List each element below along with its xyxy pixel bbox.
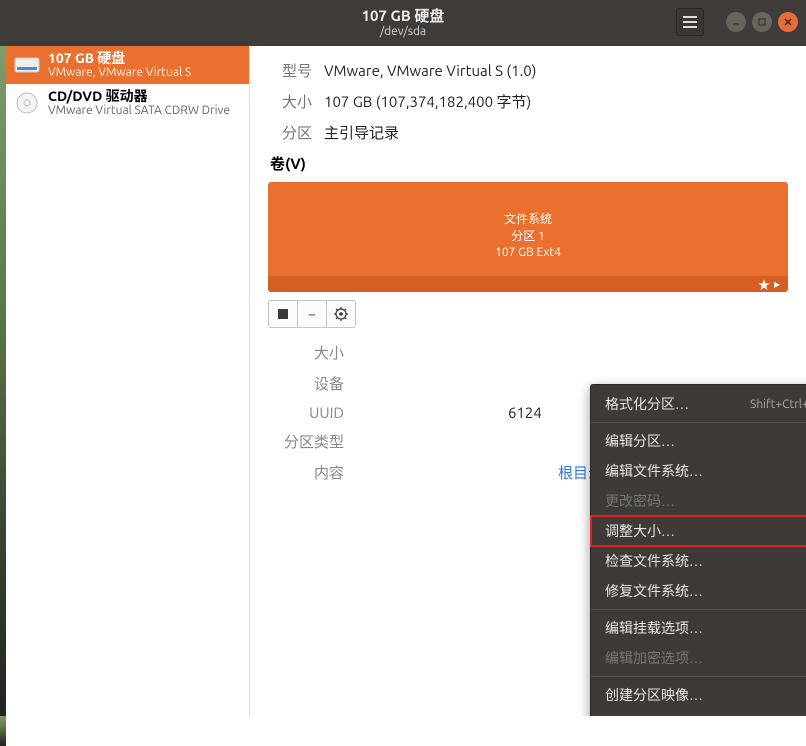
menu-format-partition[interactable]: 格式化分区… Shift+Ctrl+F	[591, 389, 806, 419]
device-title: 107 GB 硬盘	[48, 50, 191, 66]
menu-separator	[591, 609, 806, 610]
window-subtitle: /dev/sda	[362, 25, 445, 39]
menu-resize[interactable]: 调整大小…	[591, 516, 806, 546]
volumes-heading: 卷(V)	[270, 153, 788, 174]
menu-separator	[591, 422, 806, 423]
menu-separator	[591, 676, 806, 677]
menu-edit-mount-options[interactable]: 编辑挂载选项…	[591, 613, 806, 643]
detail-size-label: 大小	[268, 342, 344, 363]
model-value: VMware, VMware Virtual S (1.0)	[324, 62, 536, 79]
detail-device-label: 设备	[268, 373, 344, 394]
minimize-button[interactable]	[726, 12, 746, 32]
sidebar-item-hdd[interactable]: 107 GB 硬盘 VMware, VMware Virtual S	[6, 46, 249, 84]
menu-repair-filesystem[interactable]: 修复文件系统…	[591, 576, 806, 606]
menu-edit-filesystem[interactable]: 编辑文件系统…	[591, 456, 806, 486]
menu-restore-image[interactable]: 从分区映像恢复…	[591, 710, 806, 716]
menu-create-image[interactable]: 创建分区映像…	[591, 680, 806, 710]
main-panel: 型号 VMware, VMware Virtual S (1.0) 大小 107…	[250, 46, 806, 716]
partitioning-value: 主引导记录	[324, 122, 399, 143]
window-title: 107 GB 硬盘	[362, 7, 445, 25]
device-title: CD/DVD 驱动器	[48, 88, 230, 104]
device-sub: VMware, VMware Virtual S	[48, 66, 191, 80]
partitioning-label: 分区	[268, 122, 312, 143]
partition-menu: 格式化分区… Shift+Ctrl+F 编辑分区… 编辑文件系统… 更改密码… …	[590, 384, 806, 716]
maximize-button[interactable]	[752, 12, 772, 32]
size-value: 107 GB (107,374,182,400 字节)	[324, 91, 531, 112]
volume-fs-label: 文件系统	[495, 212, 561, 229]
model-label: 型号	[268, 60, 312, 81]
volume-part-label: 分区 1	[495, 229, 561, 246]
device-sub: VMware Virtual SATA CDRW Drive	[48, 104, 230, 118]
device-sidebar: 107 GB 硬盘 VMware, VMware Virtual S CD/DV…	[6, 46, 250, 716]
disc-icon	[14, 90, 40, 116]
menu-change-password: 更改密码…	[591, 486, 806, 516]
detail-parttype-label: 分区类型	[268, 431, 344, 452]
chevron-right-icon: ▸	[774, 277, 780, 291]
detail-uuid-label: UUID	[268, 404, 344, 421]
unmount-button[interactable]	[268, 300, 298, 328]
stop-icon	[278, 309, 288, 319]
menu-edit-encryption-options: 编辑加密选项…	[591, 643, 806, 673]
detail-uuid-tail: 6124	[508, 404, 542, 421]
volume-size-label: 107 GB Ext4	[495, 245, 561, 262]
close-button[interactable]	[778, 12, 798, 32]
size-label: 大小	[268, 91, 312, 112]
star-icon: ★	[758, 276, 770, 293]
titlebar: 107 GB 硬盘 /dev/sda	[0, 0, 806, 46]
hdd-icon	[14, 52, 40, 78]
menu-check-filesystem[interactable]: 检查文件系统…	[591, 546, 806, 576]
menu-edit-partition[interactable]: 编辑分区…	[591, 426, 806, 456]
delete-partition-button[interactable]: −	[297, 300, 327, 328]
menu-shortcut: Shift+Ctrl+F	[750, 398, 806, 411]
gear-button[interactable]	[326, 300, 356, 328]
app-menu-button[interactable]	[676, 8, 704, 36]
gear-icon	[333, 306, 349, 322]
sidebar-item-dvd[interactable]: CD/DVD 驱动器 VMware Virtual SATA CDRW Driv…	[6, 84, 249, 122]
volume-partition[interactable]: 文件系统 分区 1 107 GB Ext4 ★ ▸	[268, 182, 788, 292]
detail-content-label: 内容	[268, 462, 344, 483]
